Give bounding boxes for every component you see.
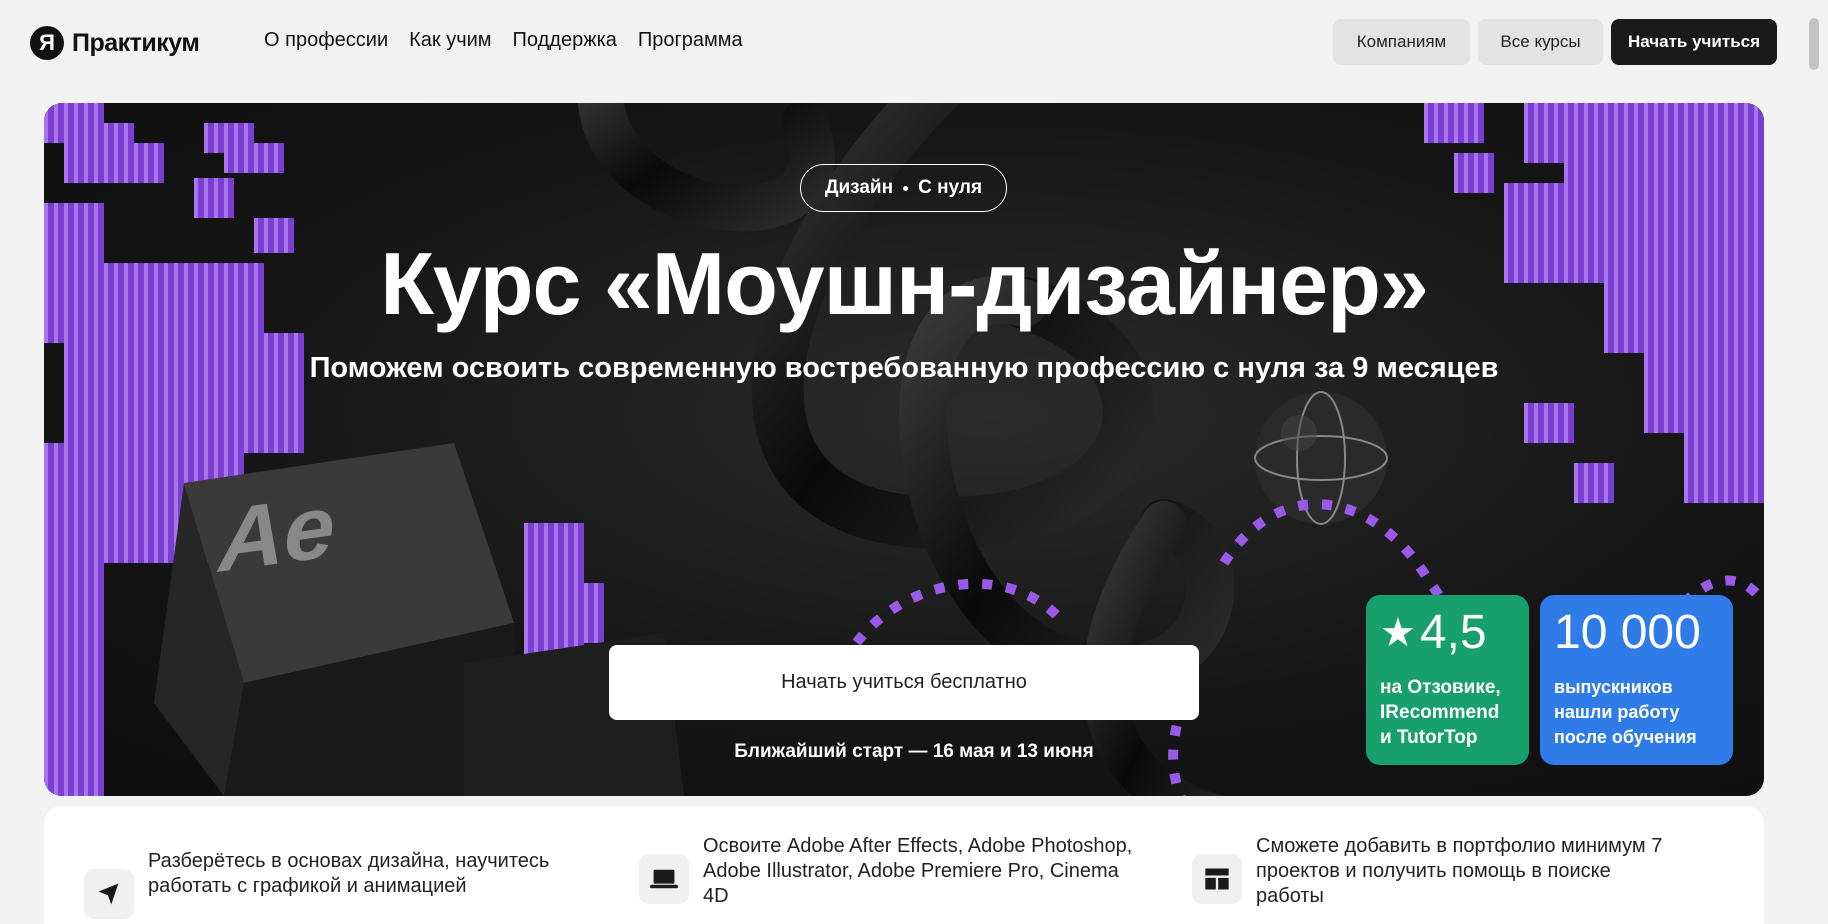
hero-banner: Ae Дизайн С нуля Курс «Моушн-дизайнер» П… — [44, 103, 1764, 796]
graduates-text-line: нашли работу — [1554, 702, 1680, 722]
logo-text: Практикум — [72, 28, 200, 57]
scrollbar-thumb[interactable] — [1809, 18, 1819, 70]
companies-button[interactable]: Компаниям — [1333, 19, 1470, 65]
feature-text: Сможете добавить в портфолио минимум 7 п… — [1256, 835, 1663, 907]
logo[interactable]: Я Практикум — [30, 26, 200, 60]
course-tag: Дизайн С нуля — [800, 164, 1007, 212]
laptop-icon — [639, 854, 689, 904]
graduates-text-line: выпускников — [1554, 677, 1673, 697]
tag-level: С нуля — [918, 177, 983, 198]
start-free-button[interactable]: Начать учиться бесплатно — [609, 645, 1199, 720]
main-nav: О профессии Как учим Поддержка Программа — [264, 29, 743, 52]
hero-subtitle: Поможем освоить современную востребованн… — [309, 352, 1499, 384]
tag-category: Дизайн — [824, 177, 894, 198]
feature-text: Освоите Adobe After Effects, Adobe Photo… — [703, 835, 1133, 907]
feature-item: Освоите Adobe After Effects, Adobe Photo… — [639, 834, 1133, 909]
nav-item-program[interactable]: Программа — [638, 29, 743, 52]
graduates-text-line: после обучения — [1554, 727, 1697, 747]
cursor-icon — [84, 869, 134, 919]
tag-separator — [903, 185, 909, 191]
graduates-badge: 10 000 выпускников нашли работу после об… — [1540, 595, 1733, 765]
star-icon: ★ — [1380, 611, 1416, 655]
feature-item: Разберётесь в основах дизайна, научитесь… — [84, 849, 568, 919]
ae-label: Ae — [218, 476, 335, 592]
rating-source-line: на Отзовике, — [1380, 677, 1501, 698]
nav-item-about[interactable]: О профессии — [264, 29, 388, 52]
feature-item: Сможете добавить в портфолио минимум 7 п… — [1192, 834, 1676, 909]
yandex-logo-icon: Я — [30, 26, 64, 60]
graduates-count: 10 000 — [1554, 606, 1701, 659]
all-courses-button[interactable]: Все курсы — [1478, 19, 1603, 65]
rating-badge: ★ 4,5 на Отзовике, IRecommend и TutorTop — [1366, 595, 1529, 765]
page-title: Курс «Моушн-дизайнер» — [380, 234, 1429, 333]
rating-value: 4,5 — [1419, 606, 1487, 659]
rating-source-line: IRecommend — [1380, 702, 1500, 723]
nav-item-support[interactable]: Поддержка — [513, 29, 617, 52]
features-panel: Разберётесь в основах дизайна, научитесь… — [44, 806, 1764, 924]
site-header: Я Практикум О профессии Как учим Поддерж… — [0, 0, 1800, 84]
start-learning-header-button[interactable]: Начать учиться — [1611, 19, 1777, 65]
sphere-shape — [1254, 391, 1388, 525]
feature-text: Разберётесь в основах дизайна, научитесь… — [148, 850, 550, 897]
nav-item-how-we-teach[interactable]: Как учим — [409, 29, 491, 52]
page-scrollbar[interactable] — [1800, 0, 1828, 924]
layout-icon — [1192, 854, 1242, 904]
rating-source-line: и TutorTop — [1380, 727, 1478, 748]
